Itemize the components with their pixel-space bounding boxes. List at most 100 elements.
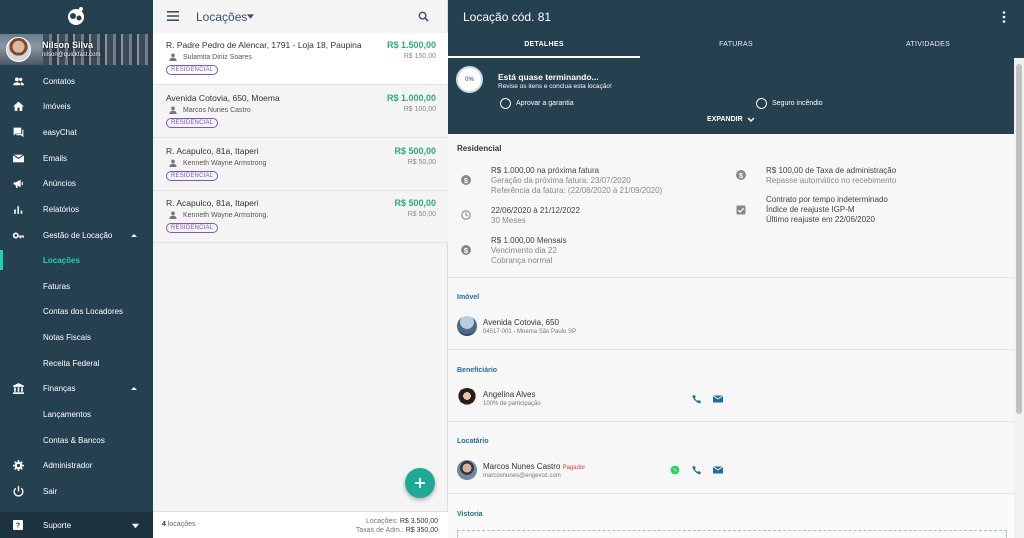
- tab-detalhes[interactable]: DETALHES: [448, 41, 640, 48]
- sidebar-item-administrador[interactable]: Administrador: [0, 453, 153, 477]
- sidebar-item-anuncios[interactable]: Anúncios: [0, 171, 153, 195]
- list-item[interactable]: R. Padre Pedro de Alencar, 1791 - Loja 1…: [153, 33, 448, 85]
- fatura-info: R$ 1.000,00 na próxima fatura Geração da…: [491, 166, 662, 196]
- checklist-label: Seguro incêndio: [772, 100, 823, 107]
- tab-atividades[interactable]: ATIVIDADES: [832, 41, 1024, 48]
- list-item-tenant: Marcos Nunes Castro: [169, 106, 251, 114]
- sidebar-subitem-contas-locadores[interactable]: Contas dos Locadores: [0, 299, 153, 323]
- sidebar-subitem-contas-bancos[interactable]: Contas & Bancos: [0, 428, 153, 452]
- add-locacao-button[interactable]: [405, 468, 435, 498]
- status-badge: RESIDENCIAL: [166, 223, 219, 233]
- imovel-address: 04517-001 - Moema São Paulo SP: [483, 328, 577, 335]
- list-item-tenant-name: Kenneth Wayne Armstrong.: [183, 211, 269, 219]
- sidebar-item-label: easyChat: [43, 127, 77, 137]
- home-icon: [13, 101, 24, 111]
- svg-text:?: ?: [16, 523, 20, 530]
- sidebar-item-relatorios[interactable]: Relatórios: [0, 197, 153, 221]
- phone-icon[interactable]: [692, 394, 702, 404]
- pagador-tag: Pagador: [562, 464, 586, 471]
- list-item[interactable]: R. Acapulco, 81a, Itaperi R$ 500,00 R$ 5…: [153, 139, 448, 191]
- avatar: [6, 37, 31, 62]
- vistoria-title: Vistoria: [457, 511, 483, 518]
- mensal-line-3: Cobrança normal: [491, 256, 553, 265]
- property-photo: [457, 316, 477, 336]
- checklist-item-seguro[interactable]: Seguro incêndio: [756, 98, 823, 109]
- mail-icon[interactable]: [713, 465, 723, 475]
- power-icon: [13, 485, 24, 497]
- beneficiario-share: 100% de participação: [483, 400, 541, 407]
- sidebar-item-label: Gestão de Locação: [43, 230, 113, 240]
- vistoria-dropzone[interactable]: [457, 530, 1007, 538]
- list-totals: Locações: R$ 3.500,00 Taxas de Adm.: R$ …: [356, 517, 438, 535]
- sidebar-item-gestao-locacao[interactable]: Gestão de Locação: [0, 223, 153, 247]
- bank-icon: [13, 382, 24, 394]
- sidebar-item-sair[interactable]: Sair: [0, 479, 153, 503]
- beneficiario-row[interactable]: Angelina Alves 100% de participação: [457, 388, 541, 408]
- section-title: Beneficiário: [457, 367, 498, 374]
- list-item-tenant-name: Marcos Nunes Castro: [183, 106, 251, 114]
- search-icon[interactable]: [418, 11, 429, 22]
- sidebar-item-imoveis[interactable]: Imóveis: [0, 94, 153, 118]
- checklist-item-garantia[interactable]: Aprovar a garantia: [500, 98, 574, 109]
- user-name: Nilson Silva: [42, 40, 94, 50]
- sidebar-subitem-locacoes[interactable]: Locações: [0, 248, 153, 272]
- list-item-tenant-name: Kenneth Wayne Armstrong: [183, 159, 267, 167]
- list-title[interactable]: Locações: [196, 10, 247, 24]
- more-vert-icon[interactable]: [1001, 11, 1007, 23]
- phone-icon[interactable]: [692, 465, 702, 475]
- imovel-row[interactable]: Avenida Cotovia, 650 04517-001 - Moema S…: [457, 316, 576, 336]
- sidebar-item-contatos[interactable]: Contatos: [0, 69, 153, 93]
- list-item-tenant: Sulamita Diniz Soares: [169, 53, 252, 61]
- expand-button[interactable]: EXPANDIR: [707, 116, 755, 123]
- locatario-email: marcosnunes@engevoz.com: [483, 472, 561, 479]
- sidebar-subitem-lancamentos[interactable]: Lançamentos: [0, 402, 153, 426]
- people-icon: [13, 76, 24, 85]
- list-item-address: R. Padre Pedro de Alencar, 1791 - Loja 1…: [166, 40, 362, 50]
- chat-icon: [13, 127, 24, 137]
- scrollbar[interactable]: [1014, 58, 1024, 538]
- support-button[interactable]: ? Suporte: [0, 512, 153, 538]
- fatura-line-2: Geração da próxima fatura: 23/07/2020: [491, 176, 631, 185]
- periodo-line-1: 22/06/2020 à 21/12/2022: [491, 206, 580, 215]
- tab-faturas[interactable]: FATURAS: [640, 41, 832, 48]
- sidebar-subitem-notas-fiscais[interactable]: Notas Fiscais: [0, 325, 153, 349]
- list-item[interactable]: R. Acapulco, 81a, Itaperi R$ 500,00 R$ 5…: [153, 191, 448, 243]
- mail-icon: [12, 153, 25, 162]
- locacoes-list-panel: Locações R. Padre Pedro de Alencar, 1791…: [153, 0, 448, 538]
- checkbox-icon: [736, 205, 746, 215]
- sidebar-item-financas[interactable]: Finanças: [0, 376, 153, 400]
- locatario-section: Locatário Marcos Nunes Castro Pagador ma…: [448, 422, 1014, 494]
- section-title: Imóvel: [457, 294, 480, 301]
- sidebar-item-emails[interactable]: Emails: [0, 146, 153, 170]
- scrollbar-thumb[interactable]: [1016, 64, 1022, 414]
- locatario-row[interactable]: Marcos Nunes Castro Pagador marcosnunes@…: [457, 460, 585, 480]
- totals-taxas-value: R$ 350,00: [405, 527, 438, 534]
- periodo-line-2: 30 Meses: [491, 216, 526, 225]
- whatsapp-icon[interactable]: [670, 465, 680, 475]
- detail-body: Residencial $ R$ 1.000,00 na próxima fat…: [448, 134, 1014, 538]
- mensal-info: R$ 1.000,00 Mensais Vencimento dia 22 Co…: [491, 236, 567, 266]
- sidebar-item-easychat[interactable]: easyChat: [0, 120, 153, 144]
- menu-icon[interactable]: [167, 11, 179, 21]
- periodo-info: 22/06/2020 à 21/12/2022 30 Meses: [491, 206, 580, 226]
- person-icon: [169, 159, 177, 167]
- sidebar-subitem-receita-federal[interactable]: Receita Federal: [0, 351, 153, 375]
- avatar: [457, 460, 477, 480]
- list-item[interactable]: Avenida Cotovia, 650, Moema R$ 1.000,00 …: [153, 86, 448, 138]
- sidebar-subitem-faturas[interactable]: Faturas: [0, 274, 153, 298]
- mail-icon[interactable]: [713, 394, 723, 404]
- chevron-down-icon: [747, 116, 755, 122]
- user-profile[interactable]: Nilson Silva nilson@quickfast.com: [0, 34, 153, 65]
- section-title: Residencial: [457, 144, 502, 153]
- progress-title: Está quase terminando...: [498, 72, 599, 82]
- plus-icon: [415, 478, 425, 488]
- tab-indicator: [448, 56, 640, 58]
- support-label: Suporte: [43, 520, 72, 530]
- list-item-tenant-name: Sulamita Diniz Soares: [183, 53, 252, 61]
- caret-down-icon[interactable]: [247, 14, 254, 19]
- clock-icon: [461, 210, 471, 220]
- logo-icon[interactable]: [66, 6, 86, 26]
- avatar: [457, 388, 477, 408]
- detail-panel: Locação cód. 81 DETALHES FATURAS ATIVIDA…: [448, 0, 1024, 538]
- fatura-line-3: Referência da fatura: (22/08/2020 à 21/0…: [491, 186, 663, 195]
